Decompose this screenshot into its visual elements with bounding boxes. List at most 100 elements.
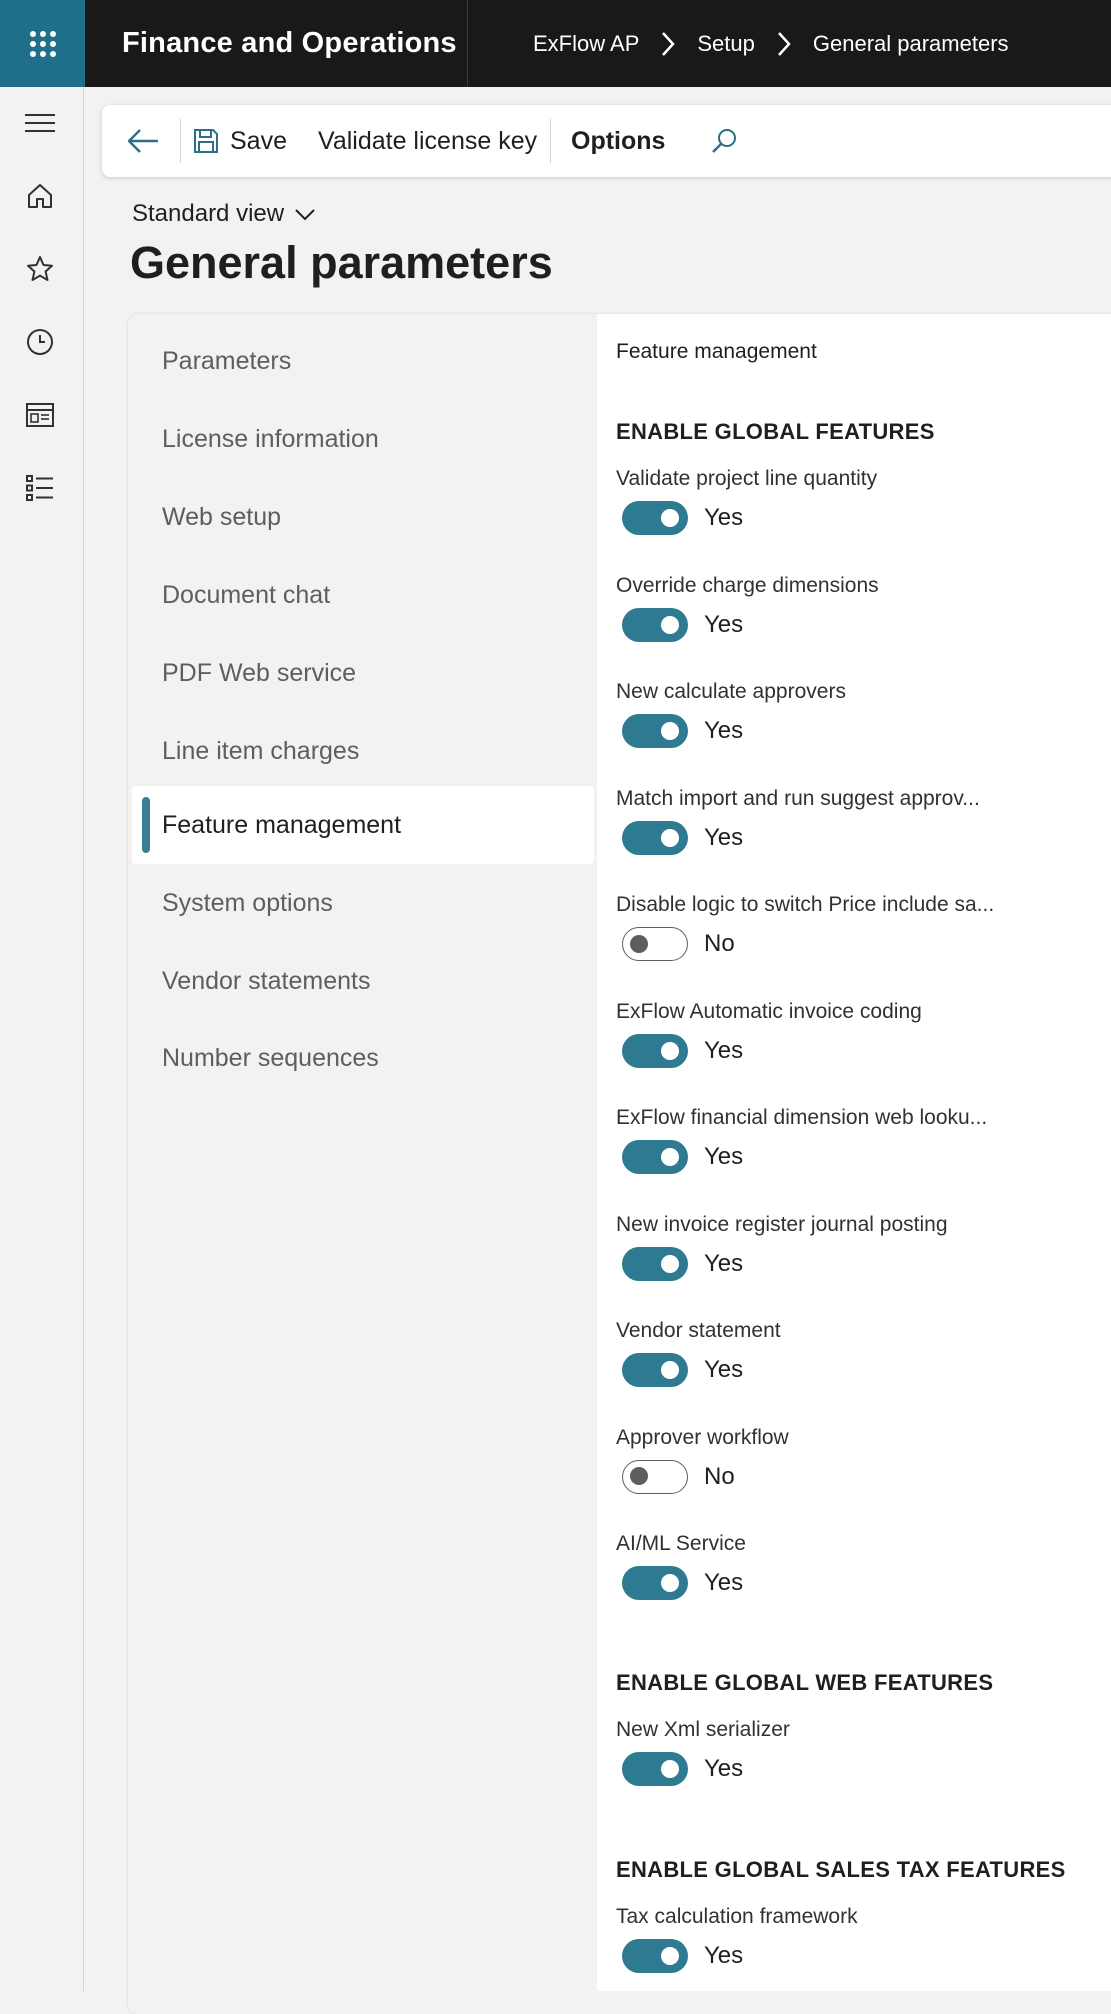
feature-field: New Xml serializer Yes [616,1718,1096,1786]
feature-field: ExFlow Automatic invoice coding Yes [616,1000,1096,1068]
feature-label: New invoice register journal posting [616,1212,948,1236]
toggle-state-text: No [704,1462,735,1490]
validate-license-key-button[interactable]: Validate license key [318,105,537,177]
tab-system-options[interactable]: System options [132,864,594,942]
toggle-knob [661,1760,679,1778]
search-button[interactable] [710,105,738,177]
feature-toggle[interactable] [622,1566,688,1600]
feature-field: Vendor statement Yes [616,1319,1096,1387]
feature-toggle[interactable] [622,501,688,535]
toggle-state-text: No [704,930,735,957]
active-tab-indicator [142,797,150,853]
toggle-state-text: Yes [704,1356,744,1383]
app-title[interactable]: Finance and Operations [122,0,457,87]
feature-field: Validate project line quantity Yes [616,467,1096,535]
options-tab[interactable]: Options [571,105,665,177]
feature-label: Vendor statement [616,1319,781,1342]
tab-pdf-web-service[interactable]: PDF Web service [132,634,594,712]
top-navigation-bar: Finance and Operations ExFlow AP Setup G… [0,0,1111,87]
tab-vendor-statements[interactable]: Vendor statements [132,942,594,1020]
search-icon [712,129,736,153]
feature-toggle[interactable] [622,1246,688,1281]
toggle-state-text: Yes [704,1942,744,1969]
chevron-right-icon [661,31,676,57]
clock-icon[interactable] [22,324,58,360]
feature-toggle[interactable] [622,1459,688,1494]
feature-field: Override charge dimensions Yes [616,574,1096,642]
back-button[interactable] [126,105,160,177]
feature-toggle[interactable] [622,607,688,642]
feature-label: ExFlow financial dimension web looku... [616,1106,988,1129]
feature-field: New invoice register journal posting Yes [616,1213,1096,1281]
toggle-knob [630,1467,648,1485]
star-icon[interactable] [22,251,58,287]
toggle-row: Yes [616,607,1096,642]
feature-toggle[interactable] [622,1752,688,1786]
tab-parameters[interactable]: Parameters [132,322,594,400]
app-launcher-button[interactable] [0,0,85,87]
feature-toggle[interactable] [622,1140,688,1174]
toggle-state-text: Yes [704,1755,744,1782]
feature-field: AI/ML Service Yes [616,1532,1096,1600]
toggle-knob [661,1254,679,1273]
toggle-knob [661,828,679,847]
feature-field: New calculate approvers Yes [616,680,1096,748]
toggle-knob [630,934,648,953]
save-icon [194,129,218,153]
home-icon[interactable] [22,178,58,214]
group-title: ENABLE GLOBAL WEB FEATURES [616,1670,994,1695]
tab-document-chat[interactable]: Document chat [132,556,594,634]
action-pane-divider [550,119,551,163]
chevron-down-icon [295,209,315,221]
feature-field: Disable logic to switch Price include sa… [616,893,1096,961]
toggle-knob [661,1574,679,1592]
toggle-row: Yes [616,1752,1096,1786]
action-pane: Save Validate license key Options [102,105,1111,177]
toggle-state-text: Yes [704,1569,744,1596]
toggle-state-text: Yes [704,1036,744,1064]
feature-label: AI/ML Service [616,1532,746,1555]
feature-toggle[interactable] [622,927,688,961]
feature-toggle[interactable] [622,714,688,748]
view-selector-label: Standard view [132,200,285,227]
topbar-divider [467,0,468,87]
tab-feature-management[interactable]: Feature management [132,786,594,864]
tab-line-item-charges[interactable]: Line item charges [132,712,594,790]
toggle-row: Yes [616,1033,1096,1068]
feature-label: Approver workflow [616,1425,789,1449]
breadcrumb-item-setup[interactable]: Setup [697,31,755,57]
feature-toggle[interactable] [622,1033,688,1068]
toggle-knob [661,1041,679,1060]
feature-label: Tax calculation framework [616,1905,858,1928]
save-button[interactable]: Save [192,105,287,177]
chevron-right-icon [777,31,791,57]
toggle-row: Yes [616,1246,1096,1281]
feature-label: Override charge dimensions [616,573,879,597]
toggle-state-text: Yes [704,823,744,851]
tab-label: Feature management [162,810,402,839]
view-selector[interactable]: Standard view [132,200,316,228]
toggle-row: Yes [616,714,1096,748]
feature-toggle[interactable] [622,1939,688,1973]
group-title: ENABLE GLOBAL FEATURES [616,419,935,444]
feature-toggle[interactable] [622,1353,688,1387]
toggle-row: Yes [616,501,1096,535]
workspace-icon[interactable] [22,397,58,433]
tab-license-information[interactable]: License information [132,400,594,478]
breadcrumb-item-general-parameters[interactable]: General parameters [813,31,1009,57]
save-label: Save [230,126,287,155]
feature-label: ExFlow Automatic invoice coding [616,999,922,1023]
feature-toggle[interactable] [622,820,688,855]
toggle-knob [661,615,679,634]
breadcrumb-item-exflow-ap[interactable]: ExFlow AP [533,31,639,57]
toggle-state-text: Yes [704,504,744,531]
toggle-knob [661,1361,679,1379]
hamburger-menu-icon[interactable] [22,105,58,141]
tab-number-sequences[interactable]: Number sequences [132,1019,594,1097]
waffle-icon [29,30,56,57]
page-title: General parameters [130,237,553,288]
feature-label: New calculate approvers [616,680,846,703]
toggle-knob [661,722,679,740]
tab-web-setup[interactable]: Web setup [132,478,594,556]
modules-list-icon[interactable] [22,470,58,506]
